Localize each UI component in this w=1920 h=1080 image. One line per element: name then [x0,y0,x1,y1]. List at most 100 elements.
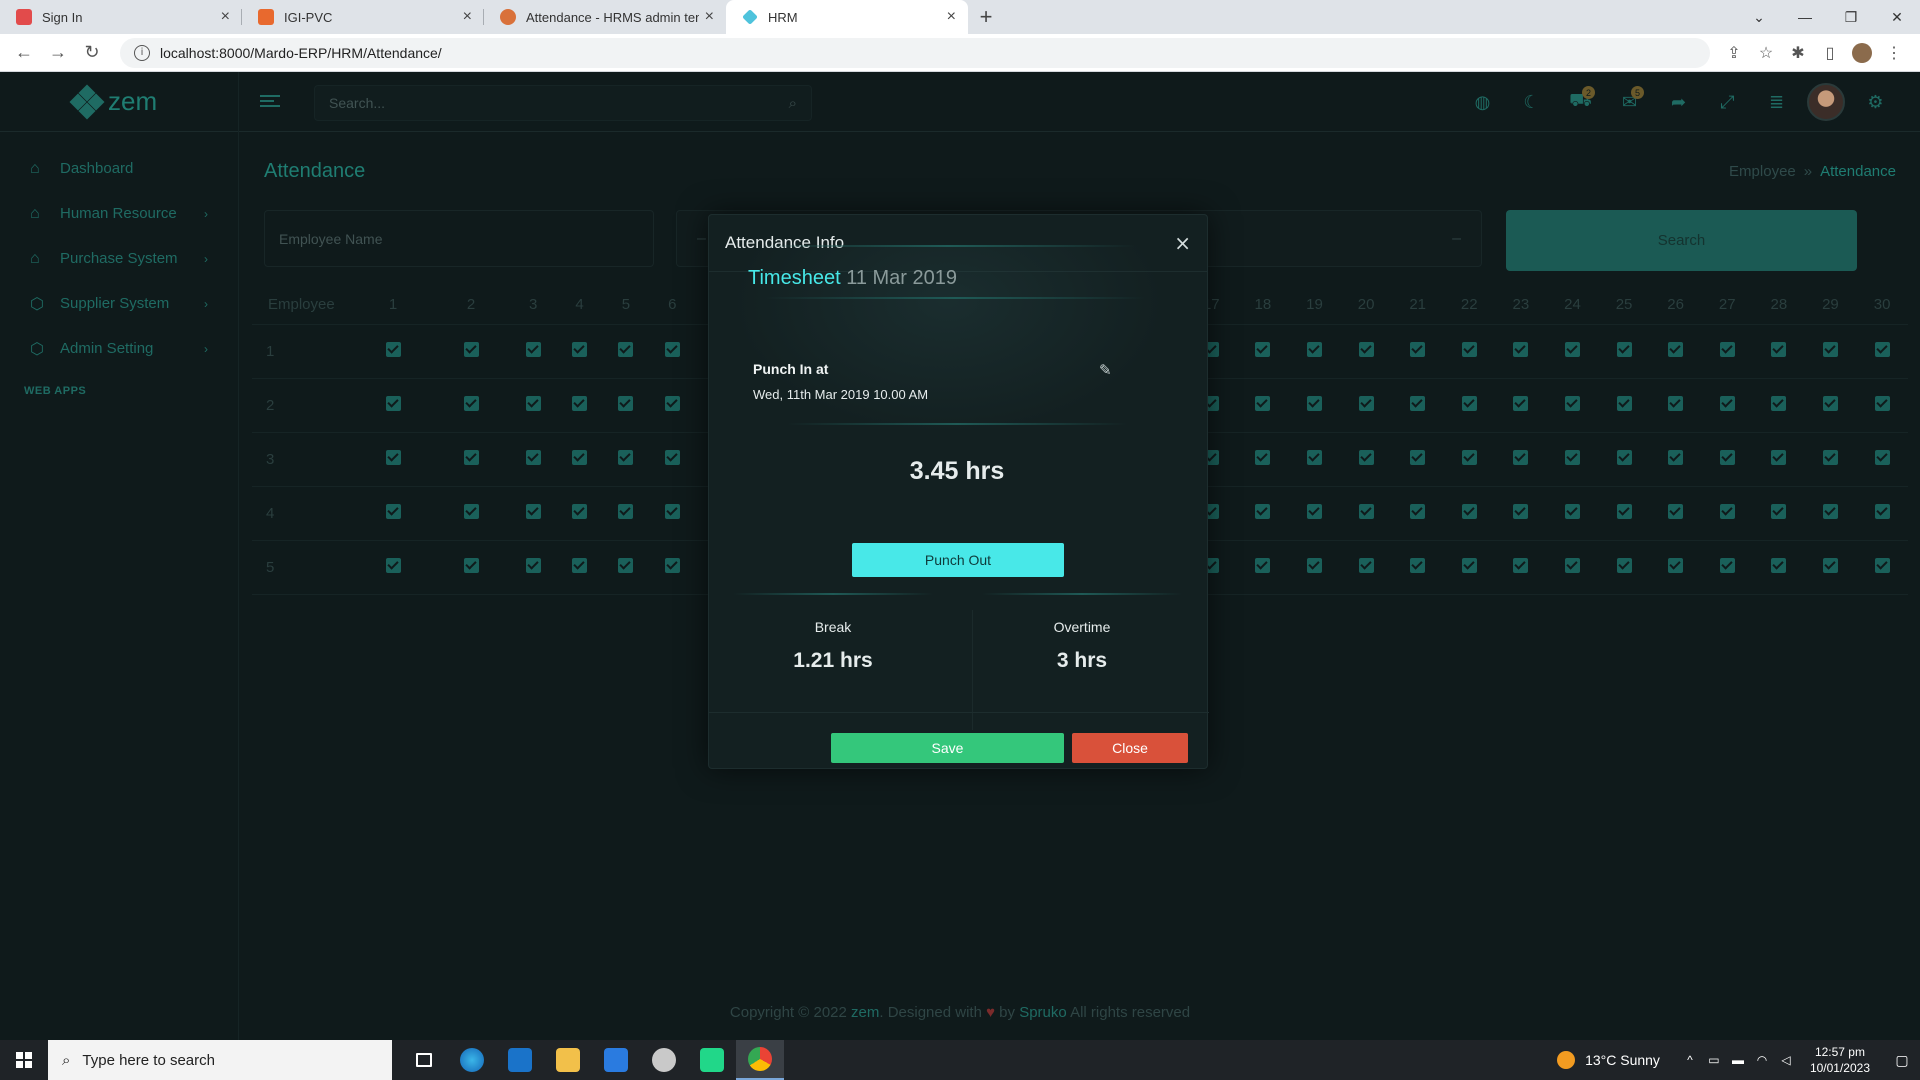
checkbox-checked-icon[interactable] [1255,503,1271,519]
checkbox-checked-icon[interactable] [1564,449,1580,465]
cart-icon[interactable]: ⛟ 2 [1556,82,1605,122]
checkbox-checked-icon[interactable] [463,449,479,465]
taskbar-search-input[interactable]: Type here to search [82,1052,215,1069]
checkbox-checked-icon[interactable] [1564,503,1580,519]
checkbox-checked-icon[interactable] [664,395,680,411]
start-button[interactable] [0,1040,48,1080]
checkbox-checked-icon[interactable] [1306,503,1322,519]
clock[interactable]: 12:57 pm 10/01/2023 [1810,1044,1870,1076]
checkbox-checked-icon[interactable] [385,449,401,465]
checkbox-checked-icon[interactable] [1668,395,1684,411]
checkbox-checked-icon[interactable] [664,449,680,465]
new-tab-button[interactable]: + [968,0,1004,34]
browser-tab[interactable]: IGI-PVC × [242,0,484,34]
checkbox-checked-icon[interactable] [1358,557,1374,573]
footer-brand-link[interactable]: zem [851,1004,879,1021]
checkbox-checked-icon[interactable] [1874,503,1890,519]
checkbox-checked-icon[interactable] [1358,503,1374,519]
checkbox-checked-icon[interactable] [572,449,588,465]
close-window-button[interactable]: ✕ [1874,0,1920,34]
checkbox-checked-icon[interactable] [664,503,680,519]
checkbox-checked-icon[interactable] [1616,341,1632,357]
checkbox-checked-icon[interactable] [1461,503,1477,519]
checkbox-checked-icon[interactable] [1719,449,1735,465]
sidebar-item-dashboard[interactable]: ⌂ Dashboard [0,146,238,191]
info-icon[interactable]: i [134,44,150,61]
checkbox-checked-icon[interactable] [1822,449,1838,465]
checkbox-checked-icon[interactable] [463,341,479,357]
checkbox-checked-icon[interactable] [525,557,541,573]
checkbox-checked-icon[interactable] [525,503,541,519]
punch-out-button[interactable]: Punch Out [852,543,1064,577]
checkbox-checked-icon[interactable] [1513,503,1529,519]
edit-icon[interactable]: ✎ [1099,361,1117,379]
checkbox-checked-icon[interactable] [618,557,634,573]
close-icon[interactable]: × [1174,231,1191,255]
checkbox-checked-icon[interactable] [385,395,401,411]
checkbox-checked-icon[interactable] [385,341,401,357]
sidebar-item-supplier-system[interactable]: ⬡ Supplier System › [0,281,238,326]
search-button[interactable]: Search [1506,210,1857,271]
checkbox-checked-icon[interactable] [1719,503,1735,519]
chevron-up-icon[interactable]: ^ [1678,1053,1702,1067]
checkbox-checked-icon[interactable] [1255,341,1271,357]
checkbox-checked-icon[interactable] [1822,557,1838,573]
tab-search-icon[interactable]: ⌄ [1736,0,1782,34]
checkbox-checked-icon[interactable] [1719,557,1735,573]
checkbox-checked-icon[interactable] [1771,503,1787,519]
checkbox-checked-icon[interactable] [1255,395,1271,411]
checkbox-checked-icon[interactable] [1874,557,1890,573]
checkbox-checked-icon[interactable] [618,449,634,465]
weather-text[interactable]: 13°C Sunny [1585,1052,1660,1068]
checkbox-checked-icon[interactable] [1874,395,1890,411]
checkbox-checked-icon[interactable] [1616,449,1632,465]
chrome-icon[interactable] [736,1040,784,1080]
checkbox-checked-icon[interactable] [1719,395,1735,411]
checkbox-checked-icon[interactable] [1410,449,1426,465]
minimize-button[interactable]: — [1782,0,1828,34]
checkbox-checked-icon[interactable] [1410,557,1426,573]
checkbox-checked-icon[interactable] [1461,341,1477,357]
checkbox-checked-icon[interactable] [618,503,634,519]
checkbox-checked-icon[interactable] [572,395,588,411]
share-icon[interactable]: ➦ [1654,82,1703,122]
edge-icon[interactable] [448,1040,496,1080]
checkbox-checked-icon[interactable] [1668,557,1684,573]
close-icon[interactable]: × [947,8,956,26]
checkbox-checked-icon[interactable] [1461,449,1477,465]
restore-button[interactable]: ❐ [1828,0,1874,34]
sidebar-item-admin-setting[interactable]: ⬡ Admin Setting › [0,326,238,371]
checkbox-checked-icon[interactable] [385,503,401,519]
back-icon[interactable]: ← [10,39,38,67]
checkbox-checked-icon[interactable] [1564,395,1580,411]
close-icon[interactable]: × [221,8,230,26]
checkbox-checked-icon[interactable] [1616,395,1632,411]
checkbox-checked-icon[interactable] [385,557,401,573]
checkbox-checked-icon[interactable] [1564,341,1580,357]
checkbox-checked-icon[interactable] [1410,395,1426,411]
checkbox-checked-icon[interactable] [664,557,680,573]
checkbox-checked-icon[interactable] [1513,341,1529,357]
globe-icon[interactable]: ◍ [1458,82,1507,122]
checkbox-checked-icon[interactable] [463,557,479,573]
checkbox-checked-icon[interactable] [1668,449,1684,465]
checkbox-checked-icon[interactable] [1874,449,1890,465]
search-input[interactable]: Search... [329,95,789,111]
moon-icon[interactable]: ☾ [1507,82,1556,122]
volume-icon[interactable]: ◁ [1774,1053,1798,1067]
checkbox-checked-icon[interactable] [525,341,541,357]
checkbox-checked-icon[interactable] [1410,503,1426,519]
checkbox-checked-icon[interactable] [618,341,634,357]
avatar[interactable] [1807,83,1845,121]
checkbox-checked-icon[interactable] [1461,557,1477,573]
checkbox-checked-icon[interactable] [1306,341,1322,357]
checkbox-checked-icon[interactable] [1668,503,1684,519]
reload-icon[interactable]: ↻ [78,39,106,67]
extensions-icon[interactable]: ✱ [1782,39,1814,67]
browser-tab[interactable]: Attendance - HRMS admin temp × [484,0,726,34]
sidebar-right-icon[interactable]: ≣ [1752,82,1801,122]
url-field[interactable]: i localhost:8000/Mardo-ERP/HRM/Attendanc… [120,37,1710,68]
checkbox-checked-icon[interactable] [463,395,479,411]
sidebar-item-human-resource[interactable]: ⌂ Human Resource › [0,191,238,236]
checkbox-checked-icon[interactable] [1822,341,1838,357]
